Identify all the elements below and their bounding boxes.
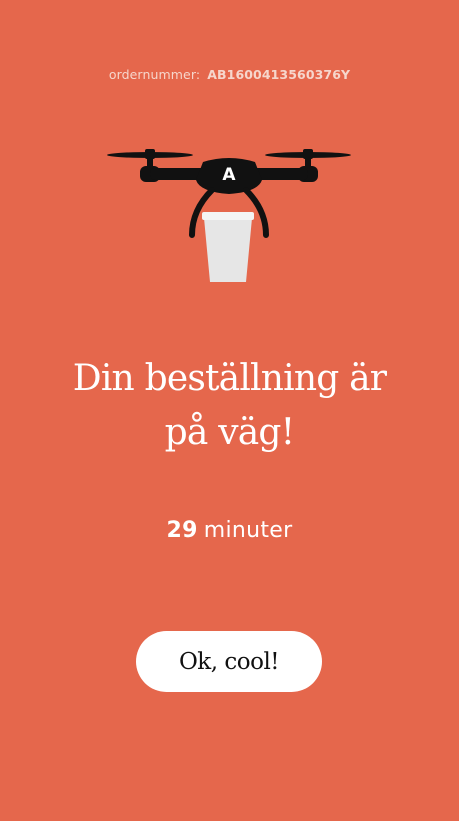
coffee-cup-icon (202, 212, 254, 282)
ok-cool-button[interactable]: Ok, cool! (136, 631, 322, 692)
drone-logo-letter: A (222, 165, 236, 185)
eta-minutes-value: 29 (166, 518, 198, 543)
eta-unit: minuter (203, 518, 293, 543)
drone-icon: A (107, 149, 351, 282)
status-title: Din beställning är på väg! (30, 352, 429, 460)
status-title-line-1: Din beställning är (72, 358, 387, 399)
order-number-label: ordernummer: (108, 67, 201, 82)
eta-text: 29 minuter (0, 518, 459, 543)
status-title-line-2: på väg! (164, 412, 295, 453)
order-number-value: AB1600413560376Y (207, 67, 351, 82)
order-number-line: ordernummer: AB1600413560376Y (0, 67, 459, 82)
